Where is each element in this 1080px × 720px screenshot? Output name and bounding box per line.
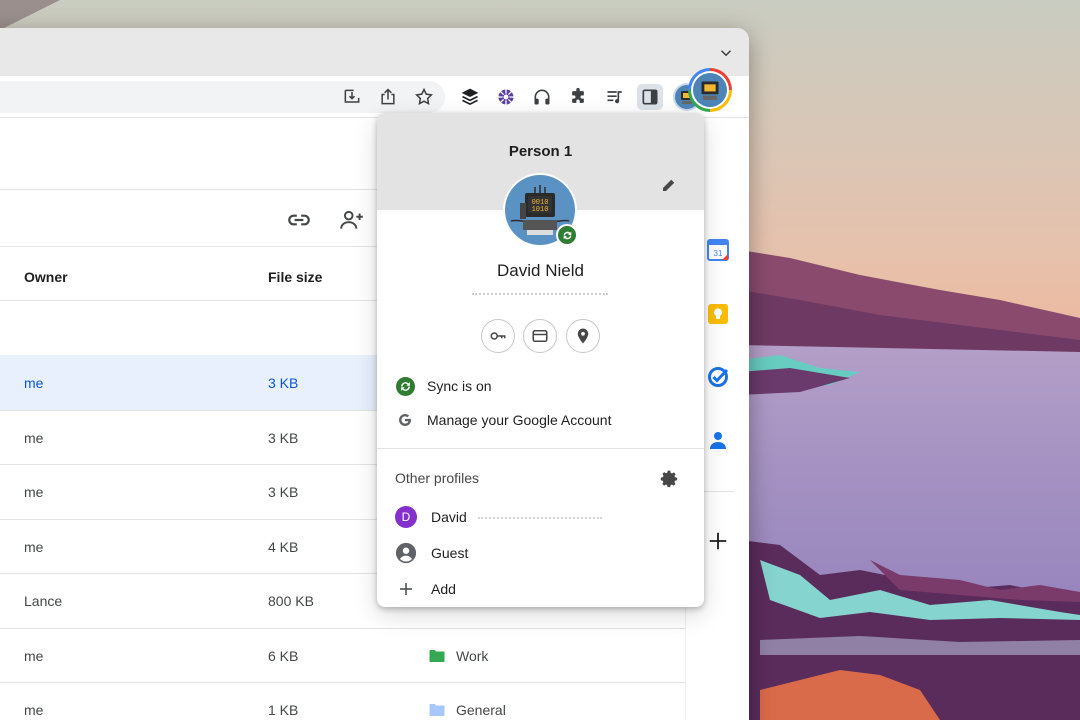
add-label: Add xyxy=(431,581,456,597)
guest-avatar-icon xyxy=(395,542,417,564)
file-size-cell: 800 KB xyxy=(268,593,314,609)
sync-label: Sync is on xyxy=(427,378,492,394)
folder-icon xyxy=(429,649,445,662)
tasks-app-icon[interactable] xyxy=(706,365,730,389)
location-cell[interactable]: Work xyxy=(428,647,488,665)
keep-app-icon[interactable] xyxy=(706,302,730,326)
file-size-cell: 3 KB xyxy=(268,375,299,391)
google-account-avatar[interactable] xyxy=(688,68,732,112)
profile-row-david[interactable]: D David xyxy=(377,500,704,534)
buffer-extension-icon[interactable] xyxy=(458,85,482,109)
bookmark-star-icon[interactable] xyxy=(412,85,436,109)
manage-account-label: Manage your Google Account xyxy=(427,412,612,428)
add-app-icon[interactable] xyxy=(706,529,730,553)
sync-status-badge xyxy=(556,224,578,246)
extension-flower-icon[interactable] xyxy=(494,85,518,109)
profile-title: Person 1 xyxy=(508,143,573,160)
file-size-cell: 4 KB xyxy=(268,538,299,555)
profile-name: David xyxy=(431,509,467,525)
gear-icon[interactable] xyxy=(660,469,680,489)
location-pin-icon xyxy=(577,328,589,344)
user-email-redacted xyxy=(472,293,608,296)
owner-cell: me xyxy=(24,702,44,718)
key-icon xyxy=(490,332,506,340)
file-size-cell: 3 KB xyxy=(268,429,299,446)
column-header-file-size[interactable]: File size xyxy=(268,269,322,285)
profile-email-redacted xyxy=(478,517,602,519)
svg-text:1010: 1010 xyxy=(532,206,549,214)
link-icon[interactable] xyxy=(286,207,312,233)
add-person-icon[interactable] xyxy=(339,207,365,233)
guest-label: Guest xyxy=(431,545,469,561)
browser-toolbar xyxy=(0,76,749,118)
location-cell[interactable]: General xyxy=(428,701,506,719)
owner-cell: me xyxy=(24,647,44,664)
google-g-icon xyxy=(395,410,415,430)
profile-row-guest[interactable]: Guest xyxy=(377,536,704,570)
tab-strip xyxy=(0,28,749,76)
sync-icon xyxy=(395,376,415,396)
location-label: General xyxy=(456,702,506,718)
profile-initial-avatar: D xyxy=(395,506,417,528)
table-row[interactable]: me 6 KB Work xyxy=(0,627,685,683)
file-size-cell: 1 KB xyxy=(268,702,299,718)
menu-divider xyxy=(377,448,704,449)
location-label: Work xyxy=(456,647,489,664)
folder-icon xyxy=(429,704,445,716)
add-profile-row[interactable]: Add xyxy=(377,572,704,606)
contacts-app-icon[interactable] xyxy=(706,428,730,452)
plus-icon xyxy=(395,578,417,600)
addresses-button[interactable] xyxy=(566,319,600,353)
manage-google-account-row[interactable]: Manage your Google Account xyxy=(377,403,704,437)
svg-text:31: 31 xyxy=(714,249,723,258)
extensions-puzzle-icon[interactable] xyxy=(566,85,590,109)
rail-divider xyxy=(702,491,734,492)
chevron-down-icon[interactable] xyxy=(717,44,735,62)
edit-pencil-icon[interactable] xyxy=(660,176,678,194)
user-name: David Nield xyxy=(497,261,584,280)
install-icon[interactable] xyxy=(340,85,364,109)
table-row[interactable]: me 1 KB General xyxy=(0,682,685,720)
credit-card-icon xyxy=(532,330,548,342)
headphones-extension-icon[interactable] xyxy=(530,85,554,109)
column-header-owner[interactable]: Owner xyxy=(24,269,68,285)
owner-cell: me xyxy=(24,484,44,500)
share-icon[interactable] xyxy=(376,85,400,109)
file-size-cell: 6 KB xyxy=(268,647,299,664)
side-panel-icon[interactable] xyxy=(637,84,663,110)
profile-menu: Person 1 0010 1010 David Nield Sync is o… xyxy=(377,113,704,607)
owner-cell: Lance xyxy=(24,593,63,609)
other-profiles-heading: Other profiles xyxy=(395,470,480,486)
calendar-app-icon[interactable]: 31 xyxy=(706,238,730,262)
owner-cell: me xyxy=(24,538,44,555)
owner-cell: me xyxy=(24,375,44,391)
reading-list-icon[interactable] xyxy=(603,85,627,109)
payment-methods-button[interactable] xyxy=(523,319,557,353)
file-size-cell: 3 KB xyxy=(268,484,299,500)
passwords-button[interactable] xyxy=(481,319,515,353)
owner-cell: me xyxy=(24,429,44,446)
sync-status-row[interactable]: Sync is on xyxy=(377,369,704,403)
